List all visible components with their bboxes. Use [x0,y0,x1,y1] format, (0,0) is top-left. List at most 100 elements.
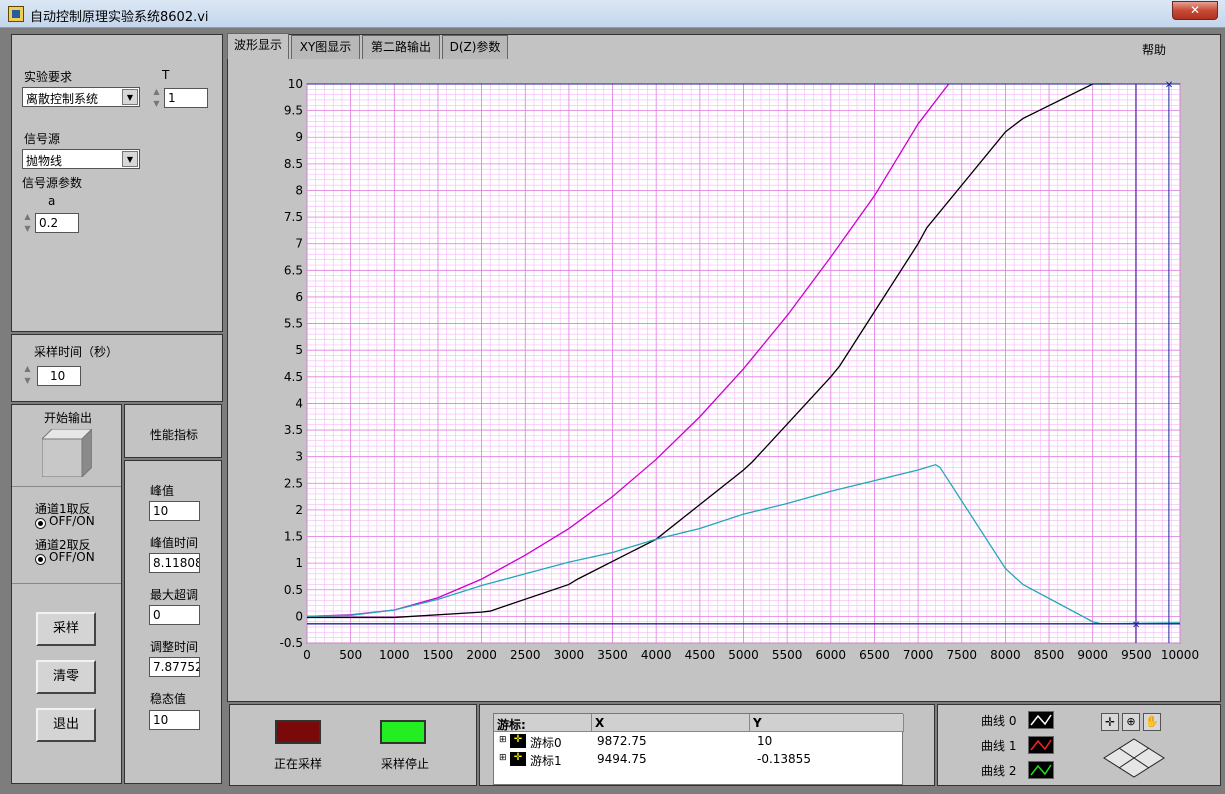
a-label: a [48,194,56,208]
channel2-toggle[interactable] [35,554,46,565]
sample-time-spinner-icon[interactable]: ▲ ▼ [22,363,33,387]
sample-time-label: 采样时间（秒） [34,345,119,359]
x-tick-label: 6000 [816,648,847,662]
peak-label: 峰值 [150,484,175,498]
y-tick-label: 7.5 [284,210,303,224]
close-button[interactable]: ✕ [1172,1,1218,20]
y-tick-label: 9.5 [284,104,303,118]
cursor-move-icon[interactable] [1102,737,1166,779]
expand-icon[interactable]: ⊞ [499,753,507,763]
sampling-indicator [275,720,321,744]
signal-value: 抛物线 [26,154,63,168]
signal-params-label: 信号源参数 [22,176,83,190]
app-icon [8,6,24,22]
cursor-row-y: 10 [757,734,773,748]
x-tick-label: 5500 [772,648,803,662]
y-tick-label: 9 [295,130,303,144]
start-output-button[interactable] [40,427,94,479]
x-tick-label: 4000 [641,648,672,662]
x-tick-label: 9500 [1121,648,1152,662]
cube-icon [40,427,94,479]
x-tick-label: 6500 [859,648,890,662]
signal-select[interactable]: 抛物线 ▼ [22,149,140,169]
legend-swatch-0[interactable] [1028,711,1054,729]
help-link[interactable]: 帮助 [1142,41,1166,58]
y-tick-label: 3.5 [284,423,303,437]
window-title: 自动控制原理实验系统8602.vi [30,10,209,25]
legend-label-0: 曲线 0 [981,714,1017,728]
steady-label: 稳态值 [150,692,187,706]
signal-label: 信号源 [24,132,61,146]
dropdown-arrow-icon[interactable]: ▼ [122,151,138,167]
legend-swatch-2[interactable] [1028,761,1054,779]
divider [12,583,121,584]
y-tick-label: 1 [295,556,303,570]
y-tick-label: 4.5 [284,370,303,384]
cursor-row-name: 游标1 [530,754,562,768]
cursor-row-name: 游标0 [530,736,562,750]
a-input[interactable]: 0.2 [35,213,79,233]
y-tick-label: -0.5 [280,636,303,650]
y-tick-label: 5.5 [284,317,303,331]
expand-icon[interactable]: ⊞ [499,735,507,745]
t-input[interactable]: 1 [164,88,208,108]
x-tick-label: 5000 [728,648,759,662]
x-tick-label: 8500 [1034,648,1065,662]
legend-swatch-1[interactable] [1028,736,1054,754]
x-tick-label: 3000 [554,648,585,662]
waveform-chart[interactable]: 0 500 1000 1500 2000 2500 3000 3500 4000 4500 5000… [260,66,1220,686]
curve-icon [1030,739,1052,751]
cursor-row-x: 9494.75 [597,752,647,766]
zoom-icon[interactable]: ⊕ [1122,713,1140,731]
y-tick-label: 3 [295,450,303,464]
dropdown-arrow-icon[interactable]: ▼ [122,89,138,105]
tab-second-output[interactable]: 第二路输出 [362,35,440,59]
divider [12,486,121,487]
x-tick-label: 2000 [466,648,497,662]
x-tick-label: 7500 [946,648,977,662]
y-tick-label: 1.5 [284,530,303,544]
y-tick-label: 6.5 [284,263,303,277]
title-bar: 自动控制原理实验系统8602.vi ✕ [0,0,1225,28]
tab-xy[interactable]: XY图显示 [291,35,360,59]
y-tick-label: 4 [295,396,303,410]
cursor-header-name: 游标: [494,714,592,732]
start-output-label: 开始输出 [44,411,93,425]
sample-button[interactable]: 采样 [36,612,96,646]
y-tick-label: 10 [288,77,303,91]
sample-time-input[interactable]: 10 [37,366,81,386]
hand-icon[interactable]: ✋ [1143,713,1161,731]
channel2-state: OFF/ON [49,550,95,564]
channel1-state: OFF/ON [49,514,95,528]
exit-button[interactable]: 退出 [36,708,96,742]
cursor-marker-icon: ✕ [1132,620,1140,631]
x-tick-label: 8000 [990,648,1021,662]
stopped-indicator [380,720,426,744]
x-tick-label: 500 [339,648,362,662]
t-spinner-icon[interactable]: ▲ ▼ [151,86,162,110]
y-tick-label: 0.5 [284,583,303,597]
x-tick-label: 9000 [1077,648,1108,662]
cursor-table[interactable]: 游标: X Y ⊞ ✛ 游标0 9872.75 10 ⊞ ✛ 游标1 9494.… [493,713,904,785]
peak-value: 10 [149,501,200,521]
performance-header: 性能指标 [150,428,199,442]
crosshair-icon[interactable]: ✛ [1101,713,1119,731]
sample-time-value: 10 [50,369,66,383]
a-spinner-icon[interactable]: ▲ ▼ [22,211,33,235]
settling-value: 7.87752 [149,657,200,677]
tab-dz-params[interactable]: D(Z)参数 [442,35,508,59]
graph-tools[interactable]: ✛ ⊕ ✋ [1101,713,1163,731]
y-tick-label: 8.5 [284,157,303,171]
x-tick-label: 10000 [1161,648,1199,662]
requirement-value: 离散控制系统 [26,92,99,106]
legend-panel [937,704,1221,786]
requirement-select[interactable]: 离散控制系统 ▼ [22,87,140,107]
tab-waveform[interactable]: 波形显示 [227,33,289,59]
channel1-toggle[interactable] [35,518,46,529]
clear-button[interactable]: 清零 [36,660,96,694]
peak-time-label: 峰值时间 [150,536,199,550]
x-tick-label: 4500 [685,648,716,662]
peak-time-value: 8.11808 [149,553,200,573]
y-tick-label: 2.5 [284,476,303,490]
settling-label: 调整时间 [150,640,199,654]
